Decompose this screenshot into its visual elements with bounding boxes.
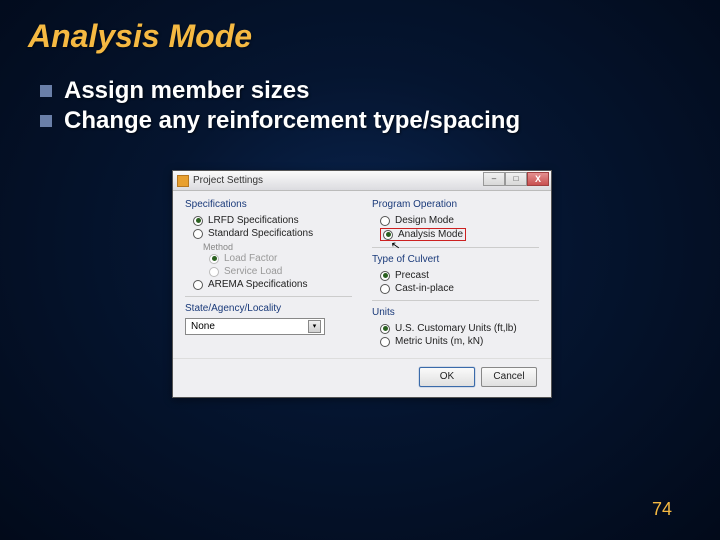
radio-icon: [380, 271, 390, 281]
radio-icon: [193, 229, 203, 239]
radio-cast-in-place[interactable]: Cast-in-place: [372, 282, 539, 295]
page-number: 74: [652, 499, 672, 520]
radio-icon: [380, 284, 390, 294]
bullet-text: Assign member sizes: [64, 77, 309, 105]
radio-precast[interactable]: Precast: [372, 269, 539, 282]
radio-icon: [380, 337, 390, 347]
radio-label: U.S. Customary Units (ft,lb): [395, 323, 517, 334]
maximize-button[interactable]: □: [505, 172, 527, 186]
chevron-down-icon: ▾: [308, 320, 321, 333]
divider: [185, 296, 352, 297]
radio-icon: [209, 254, 219, 264]
cancel-button[interactable]: Cancel: [481, 367, 537, 387]
slide-title: Analysis Mode: [0, 0, 720, 55]
ok-button[interactable]: OK: [419, 367, 475, 387]
list-item: Assign member sizes: [40, 77, 720, 105]
radio-icon: [380, 216, 390, 226]
dialog-title: Project Settings: [193, 175, 263, 186]
radio-label: Design Mode: [395, 215, 454, 226]
radio-analysis-mode[interactable]: Analysis Mode ↖: [372, 227, 539, 242]
divider: [372, 300, 539, 301]
method-label: Method: [185, 242, 352, 252]
square-bullet-icon: [40, 85, 52, 97]
highlight-box: Analysis Mode ↖: [380, 228, 466, 241]
operation-label: Program Operation: [372, 199, 539, 210]
radio-label: Cast-in-place: [395, 283, 454, 294]
units-label: Units: [372, 307, 539, 318]
radio-icon: [380, 324, 390, 334]
radio-icon: [193, 216, 203, 226]
bullet-text: Change any reinforcement type/spacing: [64, 107, 520, 135]
radio-label: LRFD Specifications: [208, 215, 299, 226]
cursor-icon: ↖: [390, 238, 401, 252]
radio-design-mode[interactable]: Design Mode: [372, 214, 539, 227]
locality-dropdown[interactable]: None ▾: [185, 318, 325, 335]
minimize-button[interactable]: –: [483, 172, 505, 186]
dropdown-value: None: [191, 321, 215, 332]
radio-standard-spec[interactable]: Standard Specifications: [185, 227, 352, 240]
radio-label: Standard Specifications: [208, 228, 313, 239]
close-button[interactable]: X: [527, 172, 549, 186]
window-controls: – □ X: [483, 172, 549, 186]
square-bullet-icon: [40, 115, 52, 127]
radio-arema[interactable]: AREMA Specifications: [185, 278, 352, 291]
project-settings-dialog: Project Settings – □ X Specifications LR…: [172, 170, 552, 398]
radio-label: AREMA Specifications: [208, 279, 308, 290]
left-column: Specifications LRFD Specifications Stand…: [185, 199, 352, 348]
right-column: Program Operation Design Mode Analysis M…: [372, 199, 539, 348]
radio-label: Precast: [395, 270, 429, 281]
radio-label: Service Load: [224, 266, 282, 277]
dialog-body: Specifications LRFD Specifications Stand…: [173, 191, 551, 354]
culvert-label: Type of Culvert: [372, 254, 539, 265]
radio-label: Metric Units (m, kN): [395, 336, 483, 347]
radio-icon: [383, 230, 393, 240]
radio-load-factor: Load Factor: [185, 252, 352, 265]
radio-lrfd[interactable]: LRFD Specifications: [185, 214, 352, 227]
list-item: Change any reinforcement type/spacing: [40, 107, 720, 135]
radio-icon: [209, 267, 219, 277]
bullet-list: Assign member sizes Change any reinforce…: [0, 55, 720, 135]
dialog-titlebar[interactable]: Project Settings – □ X: [173, 171, 551, 191]
radio-metric-units[interactable]: Metric Units (m, kN): [372, 335, 539, 348]
radio-label: Load Factor: [224, 253, 277, 264]
app-icon: [177, 175, 189, 187]
radio-label: Analysis Mode: [398, 229, 463, 240]
specifications-label: Specifications: [185, 199, 352, 210]
dialog-button-row: OK Cancel: [173, 358, 551, 397]
radio-us-units[interactable]: U.S. Customary Units (ft,lb): [372, 322, 539, 335]
radio-service-load: Service Load: [185, 265, 352, 278]
radio-icon: [193, 280, 203, 290]
locality-label: State/Agency/Locality: [185, 303, 352, 314]
